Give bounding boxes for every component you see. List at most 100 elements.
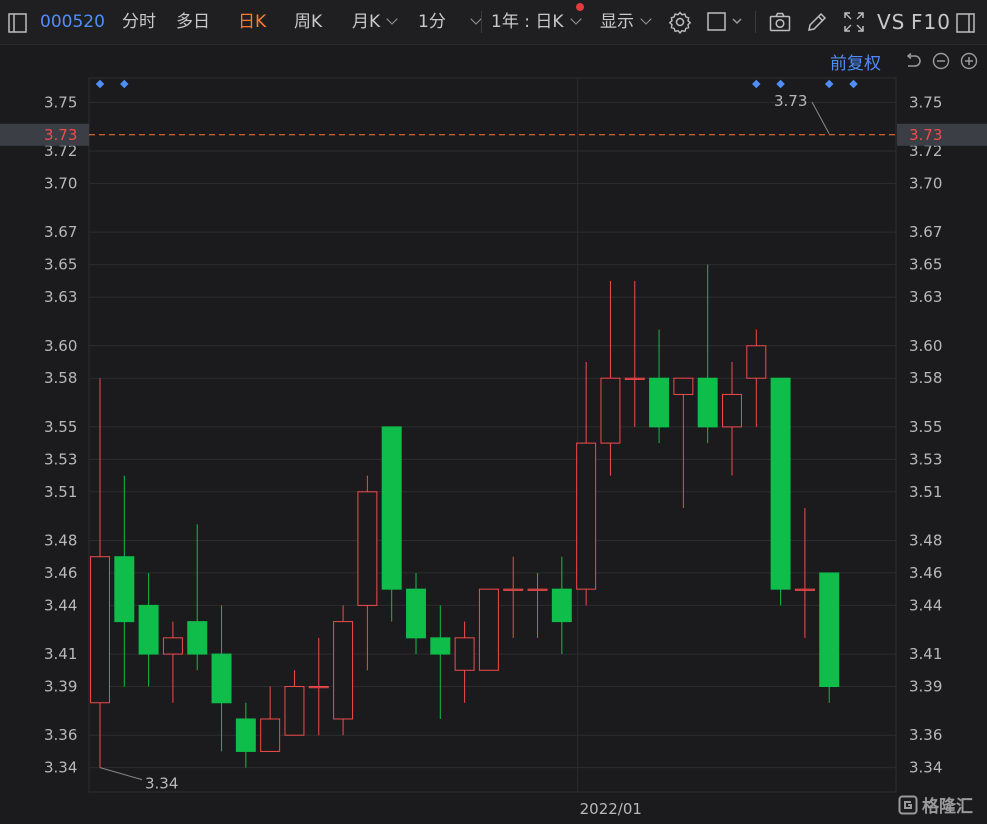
chevron-down-icon bbox=[470, 13, 482, 25]
tab-1min-label: 1分 bbox=[418, 12, 446, 32]
display-select-label: 显示 bbox=[600, 12, 634, 32]
candle bbox=[649, 329, 670, 444]
event-marker bbox=[120, 79, 129, 89]
y-tick-label-right: 3.46 bbox=[909, 564, 942, 582]
chevron-down-icon bbox=[640, 13, 652, 25]
display-select[interactable]: 显示 bbox=[600, 8, 652, 36]
y-tick-label-left: 3.60 bbox=[44, 337, 77, 355]
range-select[interactable]: 1年 : 日K bbox=[491, 8, 582, 36]
candlestick-chart[interactable]: 3.75 3.753.72 3.723.70 3.703.67 3.673.65 3.65… bbox=[0, 44, 987, 824]
candle bbox=[90, 378, 110, 768]
tab-monthly-k[interactable]: 月K bbox=[352, 8, 398, 36]
chevron-down-icon bbox=[386, 13, 398, 25]
candle-body bbox=[138, 604, 159, 655]
candle-body bbox=[624, 377, 645, 380]
candle bbox=[162, 621, 183, 703]
candle bbox=[722, 361, 742, 476]
f10-button[interactable]: F10 bbox=[911, 8, 951, 36]
y-tick-label-left: 3.67 bbox=[44, 223, 77, 241]
event-marker bbox=[849, 79, 858, 89]
stock-code[interactable]: 000520 bbox=[40, 8, 105, 36]
candle bbox=[770, 377, 791, 606]
y-tick-label-right: 3.48 bbox=[909, 531, 942, 549]
candle bbox=[503, 556, 524, 638]
candle-body bbox=[649, 377, 670, 428]
watermark-text: 格隆汇 bbox=[922, 797, 973, 817]
candle bbox=[235, 702, 256, 768]
candle bbox=[333, 605, 354, 736]
tab-weekly-k[interactable]: 周K bbox=[294, 8, 322, 36]
x-tick-label: 2022/01 bbox=[580, 800, 642, 818]
y-tick-label-right: 3.41 bbox=[909, 645, 942, 663]
y-tick-label-left: 3.48 bbox=[44, 531, 77, 549]
y-tick-label-left: 3.46 bbox=[44, 564, 77, 582]
candle-body bbox=[381, 426, 402, 590]
candle bbox=[697, 264, 718, 444]
y-tick-label-left: 3.51 bbox=[44, 483, 77, 501]
y-tick-label-left: 3.65 bbox=[44, 256, 77, 274]
candle-body bbox=[527, 588, 548, 591]
candle bbox=[430, 605, 451, 719]
candle bbox=[114, 475, 135, 687]
candle bbox=[819, 572, 840, 703]
candle-body bbox=[819, 572, 840, 688]
y-tick-label-right: 3.44 bbox=[909, 596, 942, 614]
notification-dot bbox=[576, 3, 584, 11]
candle-body bbox=[90, 556, 110, 704]
candle bbox=[624, 280, 645, 427]
min-annotation-leader bbox=[99, 767, 143, 781]
brand-logo-icon bbox=[898, 795, 918, 815]
candle-body bbox=[162, 637, 183, 655]
candle-body bbox=[284, 686, 305, 736]
candle bbox=[454, 621, 475, 703]
candle-body bbox=[478, 588, 499, 671]
tab-duori[interactable]: 多日 bbox=[176, 8, 210, 36]
y-tick-label-left: 3.70 bbox=[44, 174, 77, 192]
min-price-annotation: 3.34 bbox=[145, 775, 178, 793]
candle bbox=[138, 572, 159, 687]
candle bbox=[357, 475, 378, 671]
tab-fenshi[interactable]: 分时 bbox=[122, 8, 156, 36]
y-tick-label-left: 3.34 bbox=[44, 759, 77, 777]
candle-body bbox=[794, 588, 815, 591]
max-price-annotation: 3.73 bbox=[774, 92, 807, 110]
square-dropdown-icon[interactable] bbox=[706, 10, 746, 34]
candle-body bbox=[722, 393, 742, 428]
vs-button[interactable]: VS bbox=[877, 8, 905, 36]
camera-icon[interactable] bbox=[768, 10, 792, 34]
panel-toggle-icon[interactable] bbox=[954, 11, 978, 35]
tab-daily-k[interactable]: 日K bbox=[238, 8, 266, 36]
y-tick-label-right: 3.70 bbox=[909, 174, 942, 192]
y-tick-label-right: 3.53 bbox=[909, 450, 942, 468]
range-select-label: 1年 : 日K bbox=[491, 12, 564, 32]
candle-body bbox=[308, 686, 329, 689]
y-tick-label-left: 3.75 bbox=[44, 93, 77, 111]
candle-body bbox=[503, 588, 524, 591]
y-tick-label-left: 3.41 bbox=[44, 645, 77, 663]
fullscreen-icon[interactable] bbox=[842, 10, 866, 34]
pencil-icon[interactable] bbox=[805, 10, 829, 34]
max-annotation-leader bbox=[811, 101, 830, 135]
candle-body bbox=[333, 621, 354, 720]
candle bbox=[673, 377, 694, 509]
candle bbox=[600, 280, 621, 476]
y-tick-label-right: 3.39 bbox=[909, 678, 942, 696]
sidebar-toggle-icon[interactable] bbox=[6, 11, 30, 35]
y-tick-label-right: 3.36 bbox=[909, 726, 942, 744]
tab-monthly-k-label: 月K bbox=[352, 12, 381, 32]
candle bbox=[406, 572, 426, 655]
gear-icon[interactable] bbox=[668, 10, 692, 34]
candle-body bbox=[114, 556, 135, 623]
y-tick-label-left: 3.63 bbox=[44, 288, 77, 306]
y-tick-label-left: 3.39 bbox=[44, 678, 77, 696]
event-marker bbox=[824, 79, 834, 89]
candle bbox=[211, 605, 232, 752]
candle bbox=[260, 686, 281, 752]
candle-body bbox=[430, 637, 451, 655]
candle bbox=[381, 426, 402, 622]
y-tick-label-left: 3.36 bbox=[44, 726, 77, 744]
y-tick-label-right: 3.60 bbox=[909, 337, 942, 355]
tab-1min[interactable]: 1分 bbox=[418, 8, 482, 36]
candle-body bbox=[235, 718, 256, 752]
candle-body bbox=[260, 718, 281, 752]
